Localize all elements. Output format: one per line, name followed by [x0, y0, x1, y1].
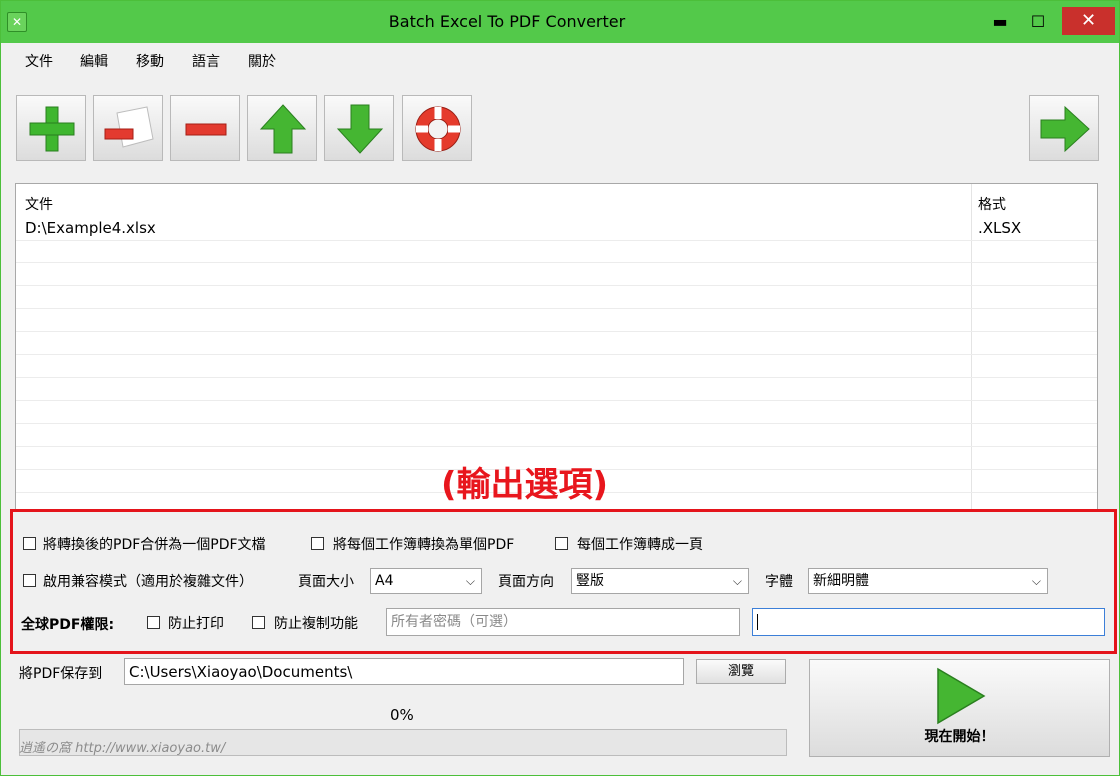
file-format-cell: .XLSX	[978, 219, 1022, 237]
owner-password-input[interactable]: 所有者密碼（可選）	[386, 608, 740, 636]
play-icon	[937, 667, 986, 725]
chevron-down-icon: ⌵	[465, 574, 475, 588]
font-select[interactable]: 新細明體 ⌵	[808, 568, 1048, 594]
start-button[interactable]: 現在開始！	[809, 659, 1110, 757]
no-copy-checkbox[interactable]	[252, 616, 265, 629]
owner-password-placeholder: 所有者密碼（可選）	[391, 614, 517, 630]
page-size-value: A4	[375, 573, 394, 589]
close-button[interactable]: ✕	[1062, 7, 1115, 35]
progress-percent: 0%	[390, 706, 414, 724]
orientation-label: 頁面方向	[498, 574, 554, 590]
no-print-label[interactable]: 防止打印	[168, 613, 224, 633]
orientation-value: 豎版	[576, 573, 604, 589]
move-down-button[interactable]	[324, 95, 394, 161]
remove-file-button[interactable]	[93, 95, 163, 161]
no-print-checkbox[interactable]	[147, 616, 160, 629]
save-to-label: 將PDF保存到	[19, 666, 103, 682]
font-label: 字體	[765, 574, 793, 590]
font-value: 新細明體	[813, 573, 869, 589]
next-arrow-icon	[1040, 105, 1090, 153]
each-workbook-pdf-label[interactable]: 將每個工作簿轉換為單個PDF	[333, 534, 514, 554]
move-down-icon	[336, 104, 384, 154]
text-cursor	[757, 614, 758, 630]
menu-bar: 文件 編輯 移動 語言 關於	[1, 43, 1119, 77]
menu-file[interactable]: 文件	[25, 51, 53, 71]
output-options-panel: 將轉換後的PDF合併為一個PDF文檔 將每個工作簿轉換為單個PDF 每個工作簿轉…	[10, 509, 1117, 654]
remove-file-icon	[104, 106, 154, 148]
page-size-select[interactable]: A4 ⌵	[370, 568, 482, 594]
workbook-one-page-checkbox[interactable]	[555, 537, 568, 550]
orientation-select[interactable]: 豎版 ⌵	[571, 568, 749, 594]
title-bar: ✕ Batch Excel To PDF Converter ▬ ☐ ✕	[1, 1, 1119, 43]
column-divider	[971, 184, 972, 512]
no-copy-label[interactable]: 防止複制功能	[274, 613, 358, 633]
add-icon	[29, 106, 75, 152]
menu-language[interactable]: 語言	[192, 51, 220, 71]
chevron-down-icon: ⌵	[1031, 574, 1041, 588]
file-path-cell: D:\Example4.xlsx	[25, 219, 156, 237]
app-window: ✕ Batch Excel To PDF Converter ▬ ☐ ✕ 文件 …	[0, 0, 1120, 776]
remove-icon	[185, 123, 227, 136]
merge-pdf-label[interactable]: 將轉換後的PDF合併為一個PDF文檔	[43, 534, 266, 554]
move-up-icon	[259, 104, 307, 154]
menu-edit[interactable]: 編輯	[80, 51, 108, 71]
compat-mode-checkbox[interactable]	[23, 574, 36, 587]
watermark-logo: 逍遙の窩 http://www.xiaoyao.tw/	[19, 741, 226, 756]
each-workbook-pdf-checkbox[interactable]	[311, 537, 324, 550]
browse-button[interactable]: 瀏覽	[696, 659, 786, 684]
help-button[interactable]	[402, 95, 472, 161]
output-options-annotation: (輸出選項)	[441, 465, 609, 505]
add-file-button[interactable]	[16, 95, 86, 161]
menu-about[interactable]: 關於	[248, 51, 276, 71]
window-title: Batch Excel To PDF Converter	[388, 12, 626, 31]
next-step-button[interactable]	[1029, 95, 1099, 161]
chevron-down-icon: ⌵	[732, 574, 742, 588]
save-path-value: C:\Users\Xiaoyao\Documents\	[129, 663, 353, 681]
workbook-one-page-label[interactable]: 每個工作簿轉成一頁	[577, 534, 703, 554]
remove-button[interactable]	[170, 95, 240, 161]
column-header-format[interactable]: 格式	[978, 194, 1006, 214]
column-header-file[interactable]: 文件	[25, 194, 53, 214]
save-path-input[interactable]: C:\Users\Xiaoyao\Documents\	[124, 658, 684, 685]
merge-pdf-checkbox[interactable]	[23, 537, 36, 550]
move-up-button[interactable]	[247, 95, 317, 161]
minimize-button[interactable]: ▬	[981, 1, 1019, 43]
compat-mode-label[interactable]: 啟用兼容模式（適用於複雜文件）	[43, 571, 253, 591]
help-lifebuoy-icon	[415, 106, 461, 152]
start-button-label: 現在開始！	[924, 729, 995, 745]
menu-move[interactable]: 移動	[136, 51, 164, 71]
user-password-input[interactable]	[752, 608, 1105, 636]
maximize-button[interactable]: ☐	[1019, 1, 1057, 43]
page-size-label: 頁面大小	[298, 574, 354, 590]
global-permissions-label: 全球PDF權限:	[21, 617, 115, 633]
